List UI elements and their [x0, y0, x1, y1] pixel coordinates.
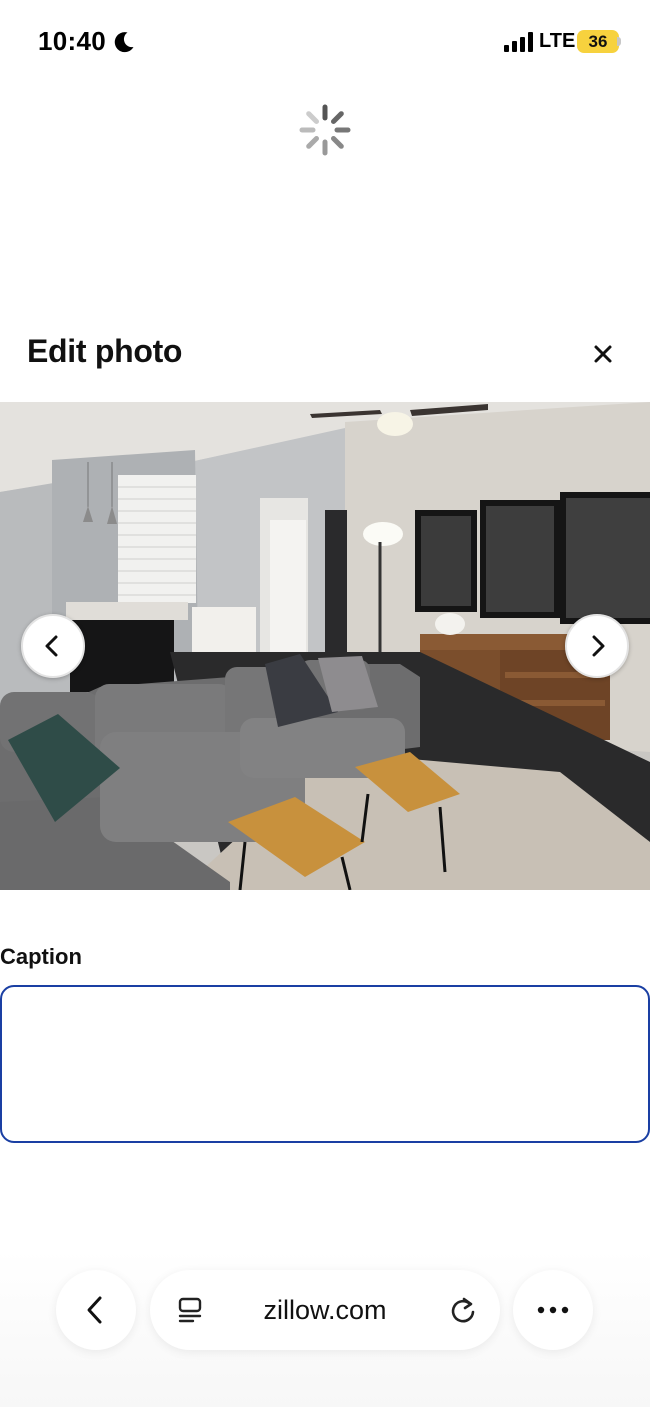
spinner-icon	[299, 104, 351, 156]
next-photo-button[interactable]	[565, 614, 629, 678]
page-title: Edit photo	[27, 333, 183, 369]
status-time: 10:40	[38, 26, 106, 56]
signal-icon	[504, 32, 533, 52]
previous-photo-button[interactable]	[21, 614, 85, 678]
battery-level: 36	[588, 32, 608, 51]
chevron-left-icon	[45, 635, 58, 657]
status-bar: 10:40 LTE 36	[0, 0, 650, 84]
caption-input[interactable]	[0, 985, 650, 1143]
more-icon	[537, 1306, 569, 1314]
address-bar[interactable]: zillow.com	[150, 1270, 500, 1350]
chevron-right-icon	[592, 635, 605, 657]
browser-back-button[interactable]	[56, 1270, 136, 1350]
network-label: LTE	[539, 30, 576, 52]
caption-label: Caption	[0, 944, 82, 969]
listing-photo	[0, 402, 650, 890]
moon-icon	[114, 32, 134, 53]
battery-icon: 36	[577, 30, 619, 53]
living-room-photo	[0, 402, 650, 890]
more-button[interactable]	[513, 1270, 593, 1350]
reload-icon[interactable]	[448, 1295, 478, 1325]
battery-nub	[617, 37, 621, 46]
reader-icon[interactable]	[176, 1296, 204, 1324]
chevron-left-icon	[87, 1296, 102, 1324]
close-button[interactable]	[584, 335, 622, 373]
close-icon	[594, 345, 612, 363]
